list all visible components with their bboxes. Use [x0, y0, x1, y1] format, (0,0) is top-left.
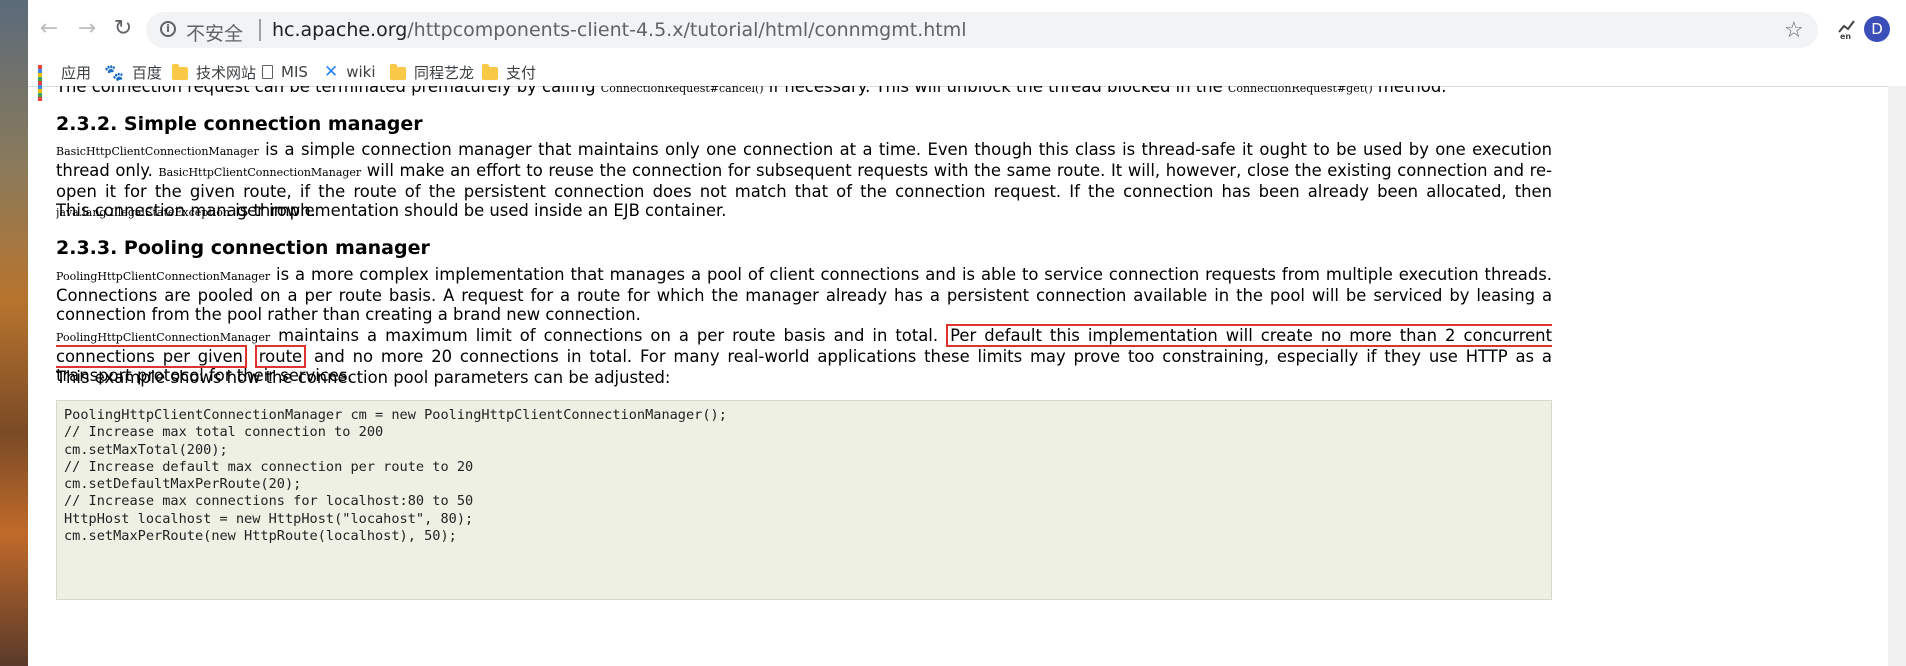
bookmark-label: 同程艺龙 [414, 63, 475, 82]
code-block: PoolingHttpClientConnectionManager cm = … [56, 400, 1552, 600]
highlighted-text: route [254, 345, 307, 368]
apps-icon [38, 64, 53, 101]
bookmark-label: 百度 [131, 63, 162, 82]
extension-graph-icon: en [1838, 20, 1855, 41]
folder-icon [390, 63, 406, 80]
forward-arrow-icon: → [77, 16, 97, 41]
info-icon[interactable]: i [160, 21, 176, 37]
bookmark-tech-sites[interactable]: 技术网站 [172, 61, 256, 83]
code-line: PoolingHttpClientConnectionManager cm = … [64, 407, 727, 423]
confluence-icon: ✕ [324, 62, 339, 82]
bookmark-payment[interactable]: 支付 [482, 61, 536, 83]
paragraph-pooling-1: PoolingHttpClientConnectionManager is a … [56, 265, 1552, 324]
bookmark-star-icon[interactable]: ☆ [1784, 18, 1804, 43]
inline-code: BasicHttpClientConnectionManager [158, 166, 362, 179]
paragraph-example: This example shows how the connection po… [56, 368, 671, 387]
back-button[interactable]: ← [34, 14, 64, 44]
inline-code: ConnectionRequest#get() [1227, 86, 1373, 95]
address-separator [259, 19, 261, 41]
url-text[interactable]: hc.apache.org/httpcomponents-client-4.5.… [272, 19, 967, 41]
code-line: cm.setMaxPerRoute(new HttpRoute(localhos… [64, 528, 457, 545]
code-line: cm.setDefaultMaxPerRoute(20); [64, 476, 302, 493]
paragraph-cancel: The connection request can be terminated… [56, 86, 1556, 98]
code-line: HttpHost localhost = new HttpHost("locah… [64, 510, 474, 527]
code-line: // Increase max total connection to 200 [64, 424, 384, 441]
code-line: cm.setMaxTotal(200); [64, 441, 228, 458]
code-line: // Increase max connections for localhos… [64, 493, 474, 510]
browser-window: ← → ↻ i 不安全 hc.apache.org/httpcomponents… [28, 0, 1906, 666]
text: The connection request can be terminated… [56, 86, 601, 96]
folder-icon [172, 63, 188, 80]
bookmark-baidu[interactable]: 🐾 百度 [104, 61, 162, 83]
text: is a more complex implementation that ma… [56, 265, 1552, 324]
inline-code: PoolingHttpClientConnectionManager [56, 270, 271, 283]
bookmarks-bar: 应用 🐾 百度 技术网站 MIS ✕ wiki 同程艺龙 支付 [28, 58, 1906, 101]
address-bar[interactable]: i 不安全 hc.apache.org/httpcomponents-clien… [146, 12, 1818, 48]
bookmark-label: 支付 [506, 63, 537, 82]
url-host: hc.apache.org [272, 19, 408, 41]
bookmark-label: 应用 [61, 63, 92, 82]
bookmark-tongcheng[interactable]: 同程艺龙 [390, 61, 474, 83]
url-path: /httpcomponents-client-4.5.x/tutorial/ht… [407, 19, 967, 41]
extension-label: en [1840, 32, 1851, 40]
code-line: // Increase default max connection per r… [64, 458, 474, 475]
baidu-paw-icon: 🐾 [104, 62, 124, 82]
page-icon [262, 65, 273, 79]
security-status[interactable]: 不安全 [186, 19, 243, 46]
inline-code: PoolingHttpClientConnectionManager [56, 331, 271, 344]
back-arrow-icon: ← [39, 16, 59, 41]
reload-icon: ↻ [113, 16, 133, 41]
bookmark-label: MIS [281, 63, 308, 81]
bookmark-label: 技术网站 [196, 63, 257, 82]
bookmark-label: wiki [346, 63, 376, 81]
forward-button[interactable]: → [72, 14, 102, 44]
folder-icon [482, 63, 498, 80]
reload-button[interactable]: ↻ [108, 14, 138, 44]
bookmark-apps[interactable]: 应用 [38, 61, 92, 101]
text: if necessary. This will unblock the thre… [763, 86, 1228, 96]
text: method. [1372, 86, 1447, 96]
profile-avatar[interactable]: D [1864, 16, 1890, 42]
browser-toolbar: ← → ↻ i 不安全 hc.apache.org/httpcomponents… [28, 0, 1906, 59]
desktop-wallpaper [0, 0, 28, 666]
section-heading-simple: 2.3.2. Simple connection manager [56, 113, 423, 135]
inline-code: ConnectionRequest#cancel() [600, 86, 764, 95]
paragraph-simple-2: This connection manager implementation s… [56, 201, 727, 220]
extension-icon[interactable]: en [1836, 16, 1860, 41]
bookmark-wiki[interactable]: ✕ wiki [324, 61, 376, 83]
page-content: The connection request can be terminated… [56, 86, 1888, 666]
text: maintains a maximum limit of connections… [270, 326, 947, 345]
inline-code: BasicHttpClientConnectionManager [56, 145, 259, 158]
page-scrollbar[interactable] [1888, 86, 1906, 666]
section-heading-pooling: 2.3.3. Pooling connection manager [56, 237, 430, 259]
bookmark-mis[interactable]: MIS [262, 61, 308, 83]
